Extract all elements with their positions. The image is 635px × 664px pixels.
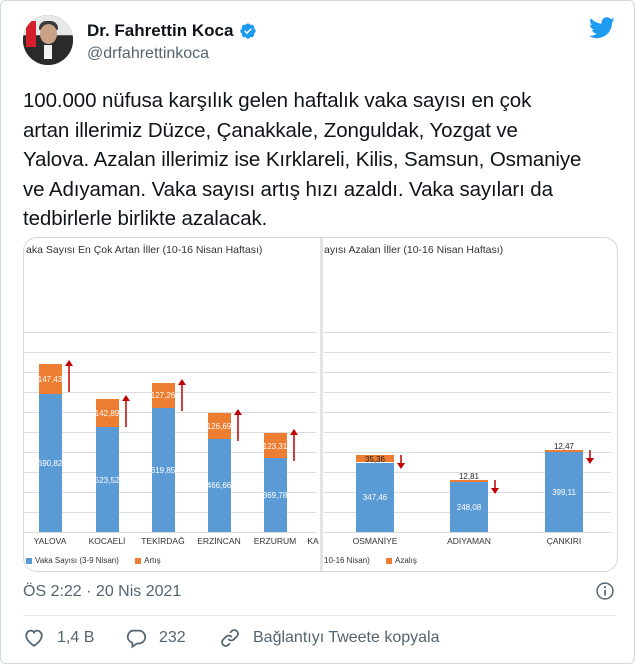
gridline [24,352,316,353]
category-label: ADIYAMAN [447,536,491,546]
like-count: 1,4 B [57,629,95,646]
value-label-base: 369,78 [262,491,288,501]
legend-base-label: Vaka Sayısı (3-9 Nisan) [35,556,119,565]
value-label-base: 347,46 [362,493,388,503]
reply-icon [126,629,147,649]
gridline [324,432,611,433]
gridline [324,392,611,393]
info-icon[interactable] [595,581,615,601]
gridline [24,332,316,333]
reply-button[interactable]: 232 [125,627,186,649]
category-label: YALOVA [33,536,67,546]
category-label: ÇANKIRI [546,536,582,546]
category-label: OSMANİYE [352,536,398,546]
gridline [324,352,611,353]
category-label: ERZİNCAN [197,536,241,546]
trend-up-arrow-icon-3 [233,409,242,442]
tweet-image[interactable]: aka Sayısı En Çok Artan İller (10-16 Nis… [23,237,618,572]
trend-down-arrow-icon-2 [586,449,594,464]
trend-up-arrow-icon-0 [64,360,73,393]
twitter-bird-icon[interactable] [589,17,615,39]
copy-link-label: Bağlantıyı Tweete kopyala [253,629,440,646]
right-legend: 10-16 Nisan) Azalış [324,556,417,565]
tweet-line: Yalova. Azalan illerimiz ise Kırklareli,… [23,148,582,171]
gridline [324,412,611,413]
tweet-card: Dr. Fahrettin Koca @drfahrettinkoca 100.… [0,0,635,664]
gridline [324,372,611,373]
legend-base-label: 10-16 Nisan) [324,556,370,565]
value-label-base: 619,85 [150,466,176,475]
left-chart-title: aka Sayısı En Çok Artan İller (10-16 Nis… [26,244,263,256]
tweet-line: artan illerimiz Düzce, Çanakkale, Zongul… [23,118,518,142]
legend-swatch-base [26,557,32,564]
heart-icon [25,629,43,647]
tweet-text: 100.000 nüfusa karşılık gelen haftalık v… [23,86,618,234]
verified-badge-icon [240,23,256,39]
trend-up-arrow-icon-2 [177,378,186,411]
value-label-base: 399,11 [552,488,576,498]
tweet-line: tedbirlerle birlikte azalacak. [23,207,268,230]
category-label: KA [307,536,319,546]
copy-link-button[interactable]: Bağlantıyı Tweete kopyala [219,627,440,649]
value-label-decrease: 35,36 [364,454,386,464]
legend-swatch-change [386,557,393,564]
trend-down-arrow-icon-1 [491,479,499,494]
gridline [324,532,611,533]
tweet-line: 100.000 nüfusa karşılık gelen haftalık v… [23,89,532,112]
chart-divider [320,238,323,571]
left-legend: Vaka Sayısı (3-9 Nisan) Artış [26,556,161,565]
gridline [324,332,611,333]
value-label-base: 248,08 [456,503,482,513]
reply-count: 232 [159,629,186,646]
gridline [24,532,316,533]
author-handle[interactable]: @drfahrettinkoca [87,45,209,63]
category-label: TEKİRDAĞ [141,536,185,546]
author-name[interactable]: Dr. Fahrettin Koca [87,21,233,41]
category-label: KOCAELİ [88,536,126,546]
actions-divider [23,615,616,616]
value-label-decrease: 12,81 [458,472,480,482]
like-button[interactable]: 1,4 B [23,627,94,649]
legend-swatch-change [135,557,142,564]
legend-change-label: Azalış [395,556,417,565]
value-label-decrease: 12,47 [553,441,575,451]
timestamp[interactable]: ÖS 2:22 · 20 Nis 2021 [23,583,181,601]
value-label-base: 466,66 [206,481,232,491]
trend-down-arrow-icon-0 [397,455,405,470]
link-icon [221,629,239,647]
avatar[interactable] [23,15,73,65]
trend-up-arrow-icon-4 [289,429,298,462]
legend-change-label: Artış [144,556,161,565]
tweet-line: ve Adıyaman. Vaka sayısı artış hızı azal… [23,177,553,201]
right-chart-title: ayısı Azalan İller (10-16 Nisan Haftası) [324,244,504,256]
value-label-base: 523,52 [94,475,120,485]
value-label-base: 690,82 [37,458,63,468]
trend-up-arrow-icon-1 [121,394,130,427]
